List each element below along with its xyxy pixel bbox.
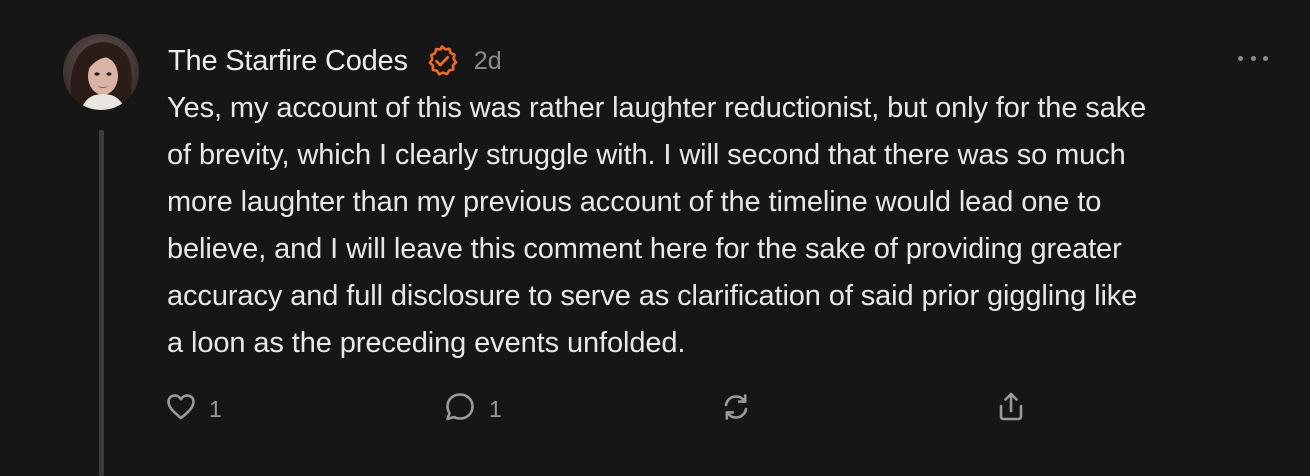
comment-body-line: a loon as the preceding events unfolded. — [167, 327, 686, 359]
comment-body-line: more laughter than my previous account o… — [167, 186, 1102, 218]
restack-icon — [719, 390, 753, 429]
reply-count: 1 — [489, 395, 502, 422]
comment-body-line: of brevity, which I clearly struggle wit… — [167, 139, 1126, 171]
more-options-button[interactable] — [1238, 50, 1268, 66]
timestamp: 2d — [473, 46, 502, 75]
dot-icon — [1238, 55, 1243, 61]
share-icon — [994, 390, 1028, 429]
verified-badge-icon — [425, 44, 459, 78]
comment-header: The Starfire Codes 2d — [168, 40, 502, 82]
share-button[interactable] — [994, 389, 1028, 429]
restack-button[interactable] — [719, 389, 753, 429]
dot-icon — [1263, 55, 1268, 61]
comment-bubble-icon — [443, 390, 477, 429]
comment-body: Yes, my account of this was rather laugh… — [167, 85, 1277, 367]
author-name[interactable]: The Starfire Codes — [168, 45, 408, 78]
comment: The Starfire Codes 2d Yes, my account of… — [0, 0, 1310, 476]
comment-body-line: believe, and I will leave this comment h… — [167, 233, 1122, 265]
avatar[interactable] — [63, 34, 139, 110]
comment-body-line: Yes, my account of this was rather laugh… — [167, 92, 1147, 124]
dot-icon — [1250, 55, 1256, 61]
comment-body-line: accuracy and full disclosure to serve as… — [167, 280, 1138, 312]
heart-icon — [165, 391, 197, 428]
like-button[interactable]: 1 — [165, 389, 222, 429]
like-count: 1 — [209, 395, 222, 422]
thread-line — [99, 130, 104, 476]
reply-button[interactable]: 1 — [443, 389, 502, 429]
